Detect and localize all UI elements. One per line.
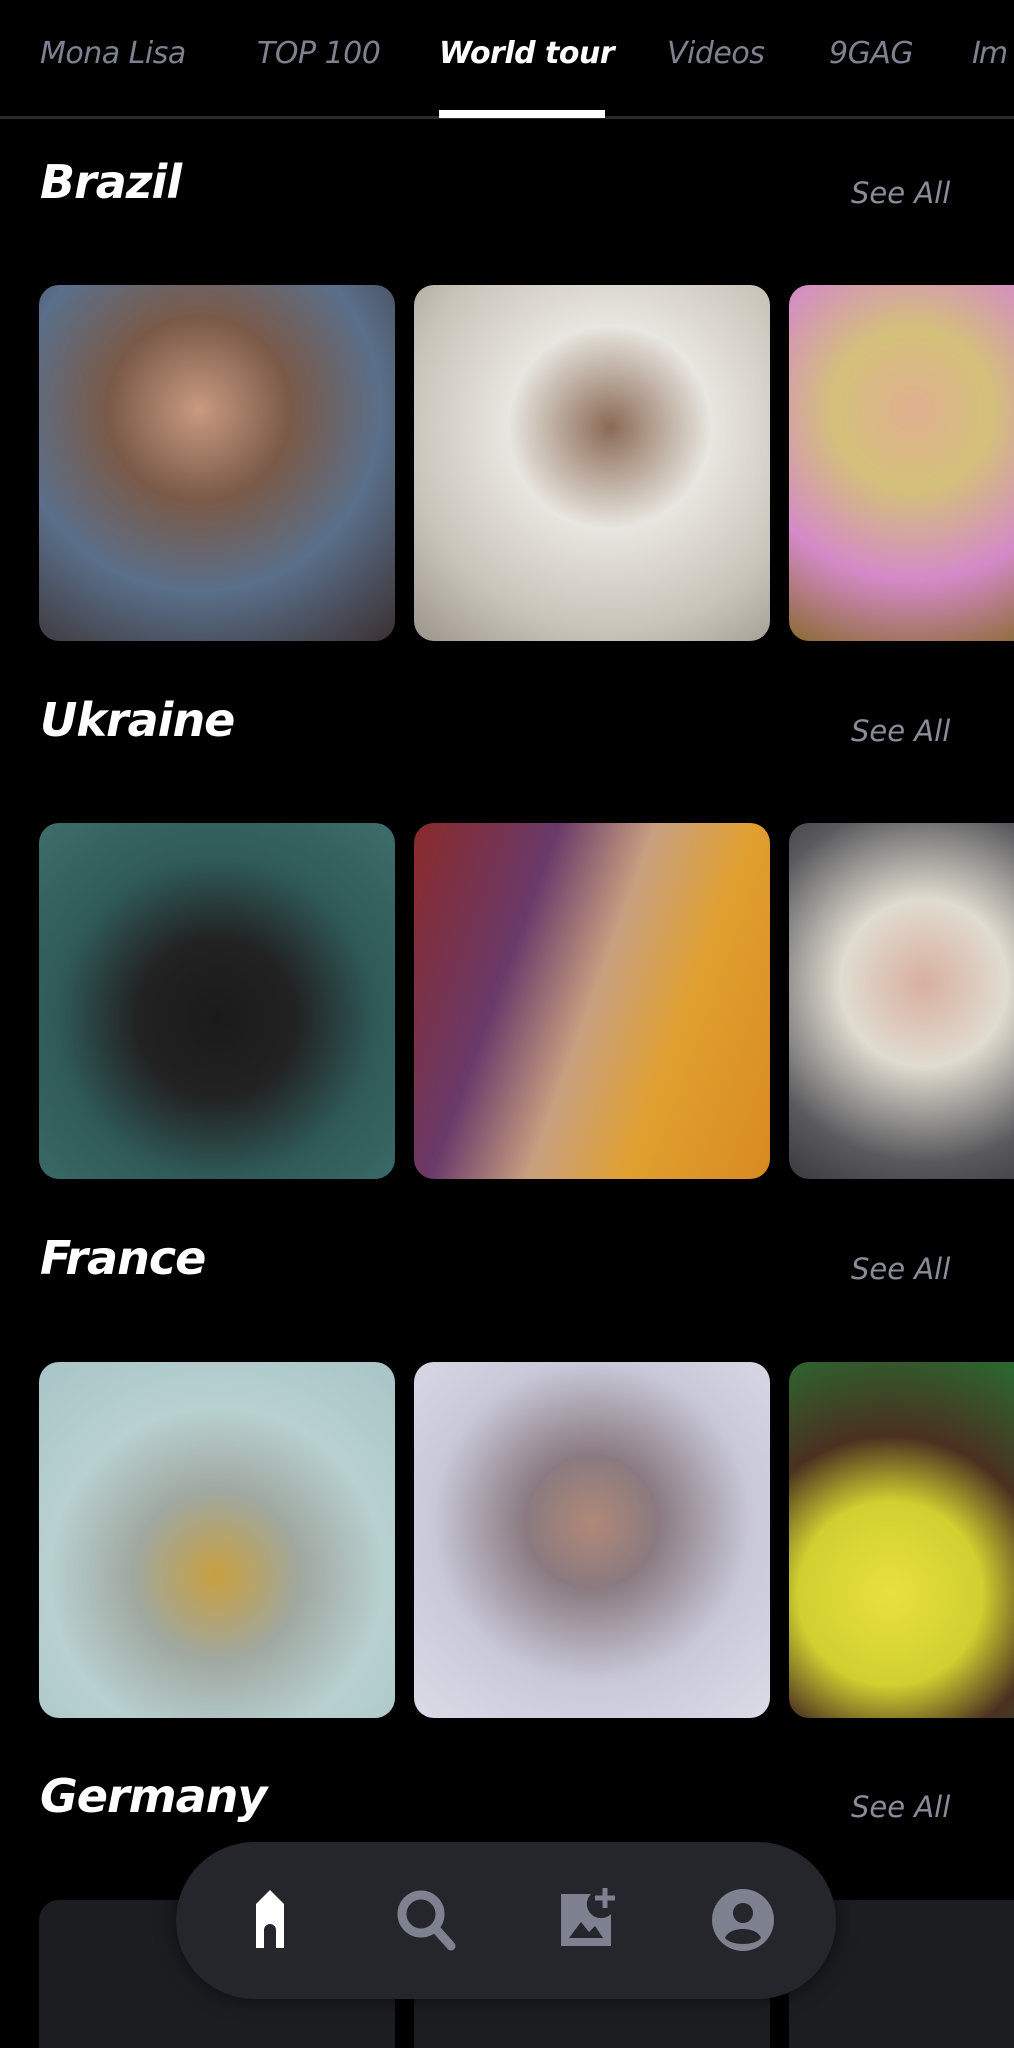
nav-search-button[interactable] bbox=[395, 1888, 459, 1952]
top-tabs: Mona Lisa TOP 100 World tour Videos 9GAG… bbox=[0, 0, 1014, 119]
video-thumbnail[interactable] bbox=[414, 823, 770, 1179]
see-all-germany[interactable]: See All bbox=[851, 1790, 950, 1824]
section-title-brazil: Brazil bbox=[40, 155, 182, 209]
video-thumbnail[interactable] bbox=[789, 285, 1014, 641]
section-title-germany: Germany bbox=[40, 1769, 267, 1823]
tab-top-100[interactable]: TOP 100 bbox=[257, 36, 381, 71]
video-thumbnail[interactable] bbox=[39, 285, 395, 641]
nav-home-button[interactable] bbox=[238, 1888, 302, 1952]
video-thumbnail[interactable] bbox=[789, 823, 1014, 1179]
video-thumbnail[interactable] bbox=[414, 1362, 770, 1718]
bottom-navigation bbox=[176, 1842, 836, 1999]
profile-icon bbox=[712, 1889, 774, 1951]
see-all-ukraine[interactable]: See All bbox=[851, 714, 950, 748]
tab-mona-lisa[interactable]: Mona Lisa bbox=[40, 36, 186, 71]
see-all-brazil[interactable]: See All bbox=[851, 176, 950, 210]
section-title-france: France bbox=[40, 1231, 206, 1285]
see-all-france[interactable]: See All bbox=[851, 1252, 950, 1286]
section-title-ukraine: Ukraine bbox=[40, 693, 235, 747]
tab-videos[interactable]: Videos bbox=[667, 36, 765, 71]
video-thumbnail[interactable] bbox=[414, 285, 770, 641]
search-icon bbox=[397, 1890, 456, 1951]
tab-9gag[interactable]: 9GAG bbox=[829, 36, 914, 71]
active-tab-indicator bbox=[439, 110, 605, 118]
home-icon bbox=[256, 1890, 284, 1948]
video-thumbnail[interactable] bbox=[789, 1362, 1014, 1718]
nav-add-image-button[interactable] bbox=[555, 1888, 619, 1952]
video-thumbnail[interactable] bbox=[39, 1362, 395, 1718]
tab-more[interactable]: Im bbox=[972, 36, 1008, 71]
add-image-icon bbox=[561, 1888, 615, 1946]
tab-world-tour[interactable]: World tour bbox=[439, 36, 615, 71]
video-thumbnail[interactable] bbox=[39, 823, 395, 1179]
nav-profile-button[interactable] bbox=[711, 1888, 775, 1952]
